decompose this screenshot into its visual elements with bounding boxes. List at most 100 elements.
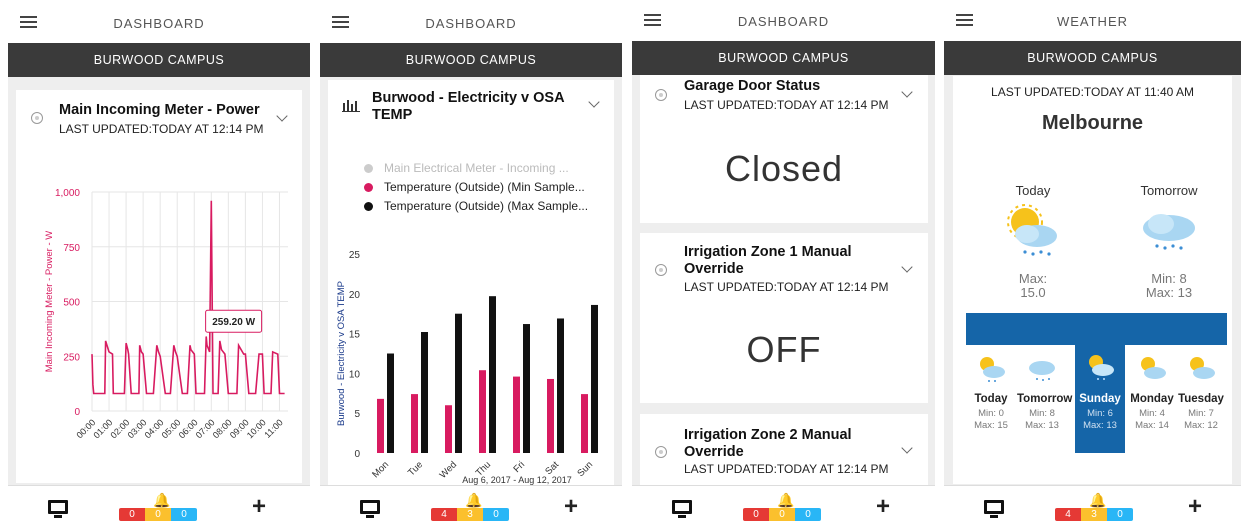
alert-badges[interactable]: 0 0 0 bbox=[743, 508, 821, 521]
forecast-day-today[interactable]: Today Min: 0 Max: 15 bbox=[966, 345, 1016, 453]
forecast-day-tuesday[interactable]: Tuesday Min: 7 Max: 12 bbox=[1176, 345, 1226, 453]
x-tick-label: Wed bbox=[438, 459, 459, 480]
irrigation-zone-1-card[interactable]: Irrigation Zone 1 Manual Override LAST U… bbox=[640, 233, 928, 403]
legend-item-electrical[interactable]: Main Electrical Meter - Incoming ... bbox=[364, 161, 569, 175]
select-radio[interactable] bbox=[655, 89, 667, 101]
bar-temp-min bbox=[581, 394, 588, 453]
forecast-min: Min: 8 bbox=[1029, 408, 1055, 419]
dashboard-monitor-icon[interactable] bbox=[672, 500, 692, 518]
forecast-day-sunday[interactable]: Sunday Min: 6 Max: 13 bbox=[1075, 345, 1125, 453]
select-radio[interactable] bbox=[655, 264, 667, 276]
electricity-chart-card[interactable]: Burwood - Electricity v OSA TEMP Main El… bbox=[328, 80, 614, 485]
select-radio[interactable] bbox=[31, 112, 43, 124]
rain-cloud-icon bbox=[1029, 361, 1055, 381]
card-title: Irrigation Zone 2 Manual Override bbox=[684, 427, 852, 460]
bottom-nav: 🔔 4 3 0 + bbox=[944, 485, 1241, 527]
alert-badge-yellow: 3 bbox=[457, 508, 483, 521]
chevron-down-icon[interactable] bbox=[901, 442, 913, 454]
sun-rain-cloud-icon bbox=[1007, 204, 1057, 256]
bar-temp-min bbox=[377, 398, 384, 453]
y-tick-label: 1,000 bbox=[55, 188, 80, 199]
power-series-line bbox=[91, 200, 285, 395]
power-meter-card[interactable]: Main Incoming Meter - Power LAST UPDATED… bbox=[16, 90, 302, 483]
tooltip-text: 259.20 W bbox=[212, 317, 255, 328]
garage-door-card[interactable]: Garage Door Status LAST UPDATED:TODAY AT… bbox=[640, 75, 928, 223]
alert-badge-yellow: 0 bbox=[145, 508, 171, 521]
add-plus-icon[interactable]: + bbox=[252, 495, 266, 519]
bar-temp-max bbox=[455, 313, 462, 453]
sun-rain-cloud-icon bbox=[1089, 355, 1114, 380]
tomorrow-min: Min: 8 bbox=[1151, 271, 1187, 286]
bell-icon[interactable]: 🔔 bbox=[1089, 492, 1106, 509]
tomorrow-label: Tomorrow bbox=[1140, 183, 1198, 198]
top-bar: WEATHER bbox=[944, 0, 1241, 43]
forecast-min: Min: 0 bbox=[978, 408, 1004, 419]
card-updated: LAST UPDATED:TODAY AT 12:14 PM bbox=[684, 462, 889, 476]
add-plus-icon[interactable]: + bbox=[564, 495, 578, 519]
bell-icon[interactable]: 🔔 bbox=[777, 492, 794, 509]
forecast-max: Max: 15 bbox=[974, 420, 1008, 431]
alert-badges[interactable]: 4 3 0 bbox=[431, 508, 509, 521]
page-title: WEATHER bbox=[1056, 14, 1129, 29]
screen-weather: WEATHER BURWOOD CAMPUS LAST UPDATED:TODA… bbox=[944, 0, 1241, 527]
forecast-header-band bbox=[966, 313, 1227, 345]
y-tick-label: 0 bbox=[354, 449, 360, 460]
alert-badge-blue: 0 bbox=[171, 508, 197, 521]
dashboard-monitor-icon[interactable] bbox=[48, 500, 68, 518]
select-radio[interactable] bbox=[655, 446, 667, 458]
irrigation-zone-1-state: OFF bbox=[746, 329, 822, 370]
sun-rain-cloud-icon bbox=[980, 357, 1005, 382]
today-label: Today bbox=[1015, 183, 1051, 198]
alert-badge-blue: 0 bbox=[483, 508, 509, 521]
alert-badge-red: 4 bbox=[431, 508, 457, 521]
y-tick-label: 0 bbox=[74, 407, 80, 418]
screen-dashboard-power: DASHBOARD BURWOOD CAMPUS Main Incoming M… bbox=[8, 0, 310, 527]
bar-temp-min bbox=[547, 378, 554, 453]
chevron-down-icon[interactable] bbox=[901, 86, 913, 98]
dashboard-monitor-icon[interactable] bbox=[360, 500, 380, 518]
alert-badge-blue: 0 bbox=[1107, 508, 1133, 521]
legend-item-temp-max[interactable]: Temperature (Outside) (Max Sample... bbox=[364, 199, 588, 213]
forecast-min: Min: 6 bbox=[1087, 408, 1113, 419]
forecast-day-monday[interactable]: Monday Min: 4 Max: 14 bbox=[1127, 345, 1177, 453]
chevron-down-icon[interactable] bbox=[901, 261, 913, 273]
bell-icon[interactable]: 🔔 bbox=[153, 492, 170, 509]
card-title: Burwood - Electricity v OSA TEMP bbox=[372, 90, 565, 123]
irrigation-zone-2-card[interactable]: Irrigation Zone 2 Manual Override LAST U… bbox=[640, 414, 928, 489]
y-tick-label: 5 bbox=[354, 409, 360, 420]
add-plus-icon[interactable]: + bbox=[876, 495, 890, 519]
bar-temp-min bbox=[411, 394, 418, 453]
campus-bar: BURWOOD CAMPUS bbox=[632, 41, 935, 75]
forecast-max: Max: 14 bbox=[1135, 420, 1169, 431]
today-max-value: 15.0 bbox=[1020, 285, 1046, 300]
alert-badge-red: 4 bbox=[1055, 508, 1081, 521]
dashboard-monitor-icon[interactable] bbox=[984, 500, 1004, 518]
forecast-day-tomorrow[interactable]: Tomorrow Min: 8 Max: 13 bbox=[1017, 345, 1072, 453]
today-max-label: Max: bbox=[1018, 271, 1048, 286]
x-tick-label: Tue bbox=[406, 459, 425, 478]
alert-badge-red: 0 bbox=[743, 508, 769, 521]
garage-door-state: Closed bbox=[724, 148, 844, 189]
bell-icon[interactable]: 🔔 bbox=[465, 492, 482, 509]
forecast-day-label: Sunday bbox=[1079, 393, 1121, 405]
campus-bar: BURWOOD CAMPUS bbox=[944, 41, 1241, 75]
chevron-down-icon[interactable] bbox=[588, 96, 600, 108]
campus-bar: BURWOOD CAMPUS bbox=[320, 43, 622, 77]
card-title: Garage Door Status bbox=[684, 78, 821, 94]
legend-item-temp-min[interactable]: Temperature (Outside) (Min Sample... bbox=[364, 180, 585, 194]
alert-badges[interactable]: 0 0 0 bbox=[119, 508, 197, 521]
x-tick-label: 10:00 bbox=[245, 417, 268, 440]
legend-dot bbox=[364, 182, 373, 192]
alert-badges[interactable]: 4 3 0 bbox=[1055, 508, 1133, 521]
bar-temp-max bbox=[387, 353, 394, 453]
page-title: DASHBOARD bbox=[737, 14, 830, 29]
card-title: Main Incoming Meter - Power bbox=[59, 102, 260, 118]
top-bar: DASHBOARD bbox=[632, 0, 935, 43]
forecast-day-label: Tuesday bbox=[1178, 393, 1224, 405]
page-title: DASHBOARD bbox=[425, 16, 517, 31]
chevron-down-icon[interactable] bbox=[276, 110, 288, 122]
y-tick-label: 15 bbox=[349, 330, 361, 341]
bottom-nav: 🔔 4 3 0 + bbox=[320, 485, 622, 527]
forecast-day-label: Today bbox=[974, 393, 1008, 405]
add-plus-icon[interactable]: + bbox=[1188, 495, 1202, 519]
